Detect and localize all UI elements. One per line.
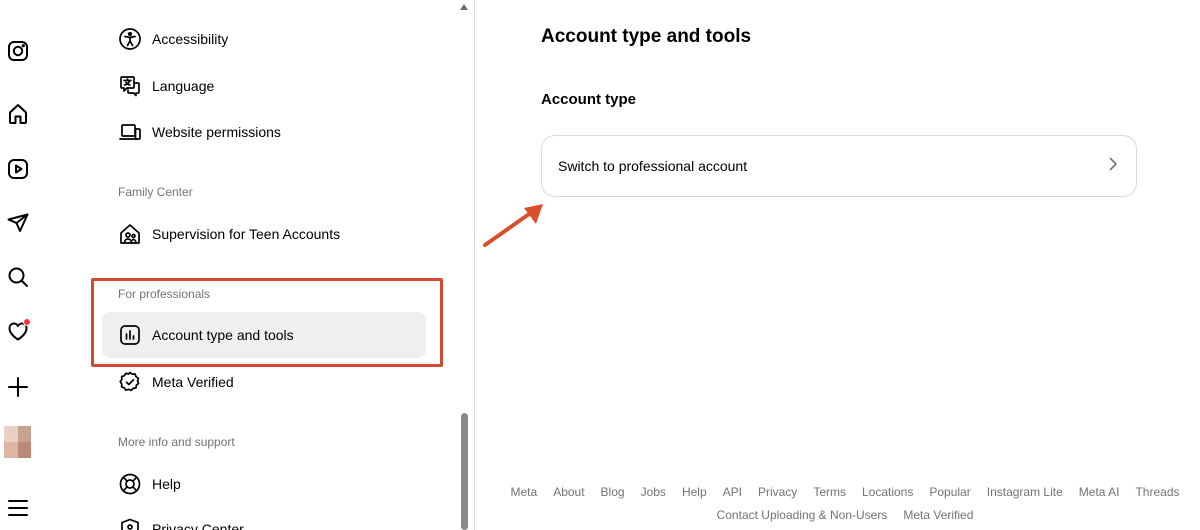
footer-link[interactable]: Blog (601, 485, 625, 499)
messages-icon[interactable] (5, 210, 31, 236)
sidebar-scrollbar-thumb[interactable] (461, 413, 468, 530)
insights-chart-icon (117, 322, 143, 348)
profile-avatar[interactable] (4, 426, 31, 458)
sidebar-item-label: Accessibility (152, 31, 229, 47)
sidebar-item-label: Website permissions (152, 124, 281, 140)
reels-icon[interactable] (5, 156, 31, 182)
notifications-icon[interactable] (5, 318, 31, 344)
section-heading-more-info: More info and support (118, 435, 235, 449)
sidebar-item-website-permissions[interactable]: Website permissions (102, 109, 426, 155)
sidebar-item-language[interactable]: Language (102, 63, 426, 109)
lifebuoy-icon (117, 471, 143, 497)
settings-sidebar: Accessibility Language Website permissio… (100, 0, 450, 530)
menu-icon[interactable] (5, 495, 31, 521)
language-icon (117, 73, 143, 99)
panel-divider (474, 0, 475, 530)
section-title: Account type (541, 91, 637, 108)
sidebar-item-label: Privacy Center (152, 521, 244, 530)
sidebar-item-account-type[interactable]: Account type and tools (102, 312, 426, 358)
footer-link[interactable]: Instagram Lite (987, 485, 1063, 499)
create-icon[interactable] (5, 374, 31, 400)
switch-label: Switch to professional account (558, 158, 748, 174)
footer-link[interactable]: Terms (813, 485, 846, 499)
page-title: Account type and tools (541, 26, 752, 47)
footer: Meta About Blog Jobs Help API Privacy Terms Loca… (500, 485, 1190, 522)
annotation-arrow-icon (483, 204, 543, 247)
footer-link[interactable]: Locations (862, 485, 913, 499)
footer-link[interactable]: API (723, 485, 742, 499)
sidebar-item-label: Meta Verified (152, 374, 234, 390)
footer-link[interactable]: Meta (511, 485, 538, 499)
footer-links-row: Contact Uploading & Non-Users Meta Verifi… (500, 508, 1190, 522)
footer-link[interactable]: Threads (1135, 485, 1179, 499)
sidebar-item-supervision[interactable]: Supervision for Teen Accounts (102, 211, 426, 257)
sidebar-item-label: Account type and tools (152, 327, 294, 343)
footer-link[interactable]: Meta Verified (903, 508, 973, 522)
sidebar-item-label: Help (152, 476, 181, 492)
sidebar-item-privacy-center[interactable]: Privacy Center (102, 506, 426, 530)
sidebar-item-help[interactable]: Help (102, 461, 426, 507)
cut-off-item-icon (119, 0, 141, 4)
search-icon[interactable] (5, 264, 31, 290)
footer-link[interactable]: About (553, 485, 584, 499)
instagram-logo-icon[interactable] (5, 38, 31, 64)
footer-link[interactable]: Contact Uploading & Non-Users (717, 508, 888, 522)
shield-icon (117, 516, 143, 530)
footer-link[interactable]: Help (682, 485, 707, 499)
sidebar-item-label: Supervision for Teen Accounts (152, 226, 341, 242)
footer-link[interactable]: Popular (929, 485, 970, 499)
scroll-up-arrow-icon[interactable] (460, 4, 468, 10)
laptop-icon (117, 119, 143, 145)
footer-link[interactable]: Privacy (758, 485, 797, 499)
section-heading-family-center: Family Center (118, 185, 193, 199)
home-icon[interactable] (5, 101, 31, 127)
sidebar-item-label: Language (152, 78, 215, 94)
notification-badge (23, 318, 31, 326)
footer-link[interactable]: Meta AI (1079, 485, 1120, 499)
section-heading-for-professionals: For professionals (118, 287, 211, 301)
icon-rail (0, 0, 36, 530)
chevron-right-icon (1106, 157, 1120, 176)
switch-to-professional-button[interactable]: Switch to professional account (541, 135, 1137, 197)
verified-badge-icon (117, 369, 143, 395)
sidebar-item-accessibility[interactable]: Accessibility (102, 16, 426, 62)
footer-links-row: Meta About Blog Jobs Help API Privacy Terms Loca… (500, 485, 1190, 499)
sidebar-item-meta-verified[interactable]: Meta Verified (102, 359, 426, 405)
footer-link[interactable]: Jobs (641, 485, 666, 499)
accessibility-icon (117, 26, 143, 52)
family-home-icon (117, 221, 143, 247)
